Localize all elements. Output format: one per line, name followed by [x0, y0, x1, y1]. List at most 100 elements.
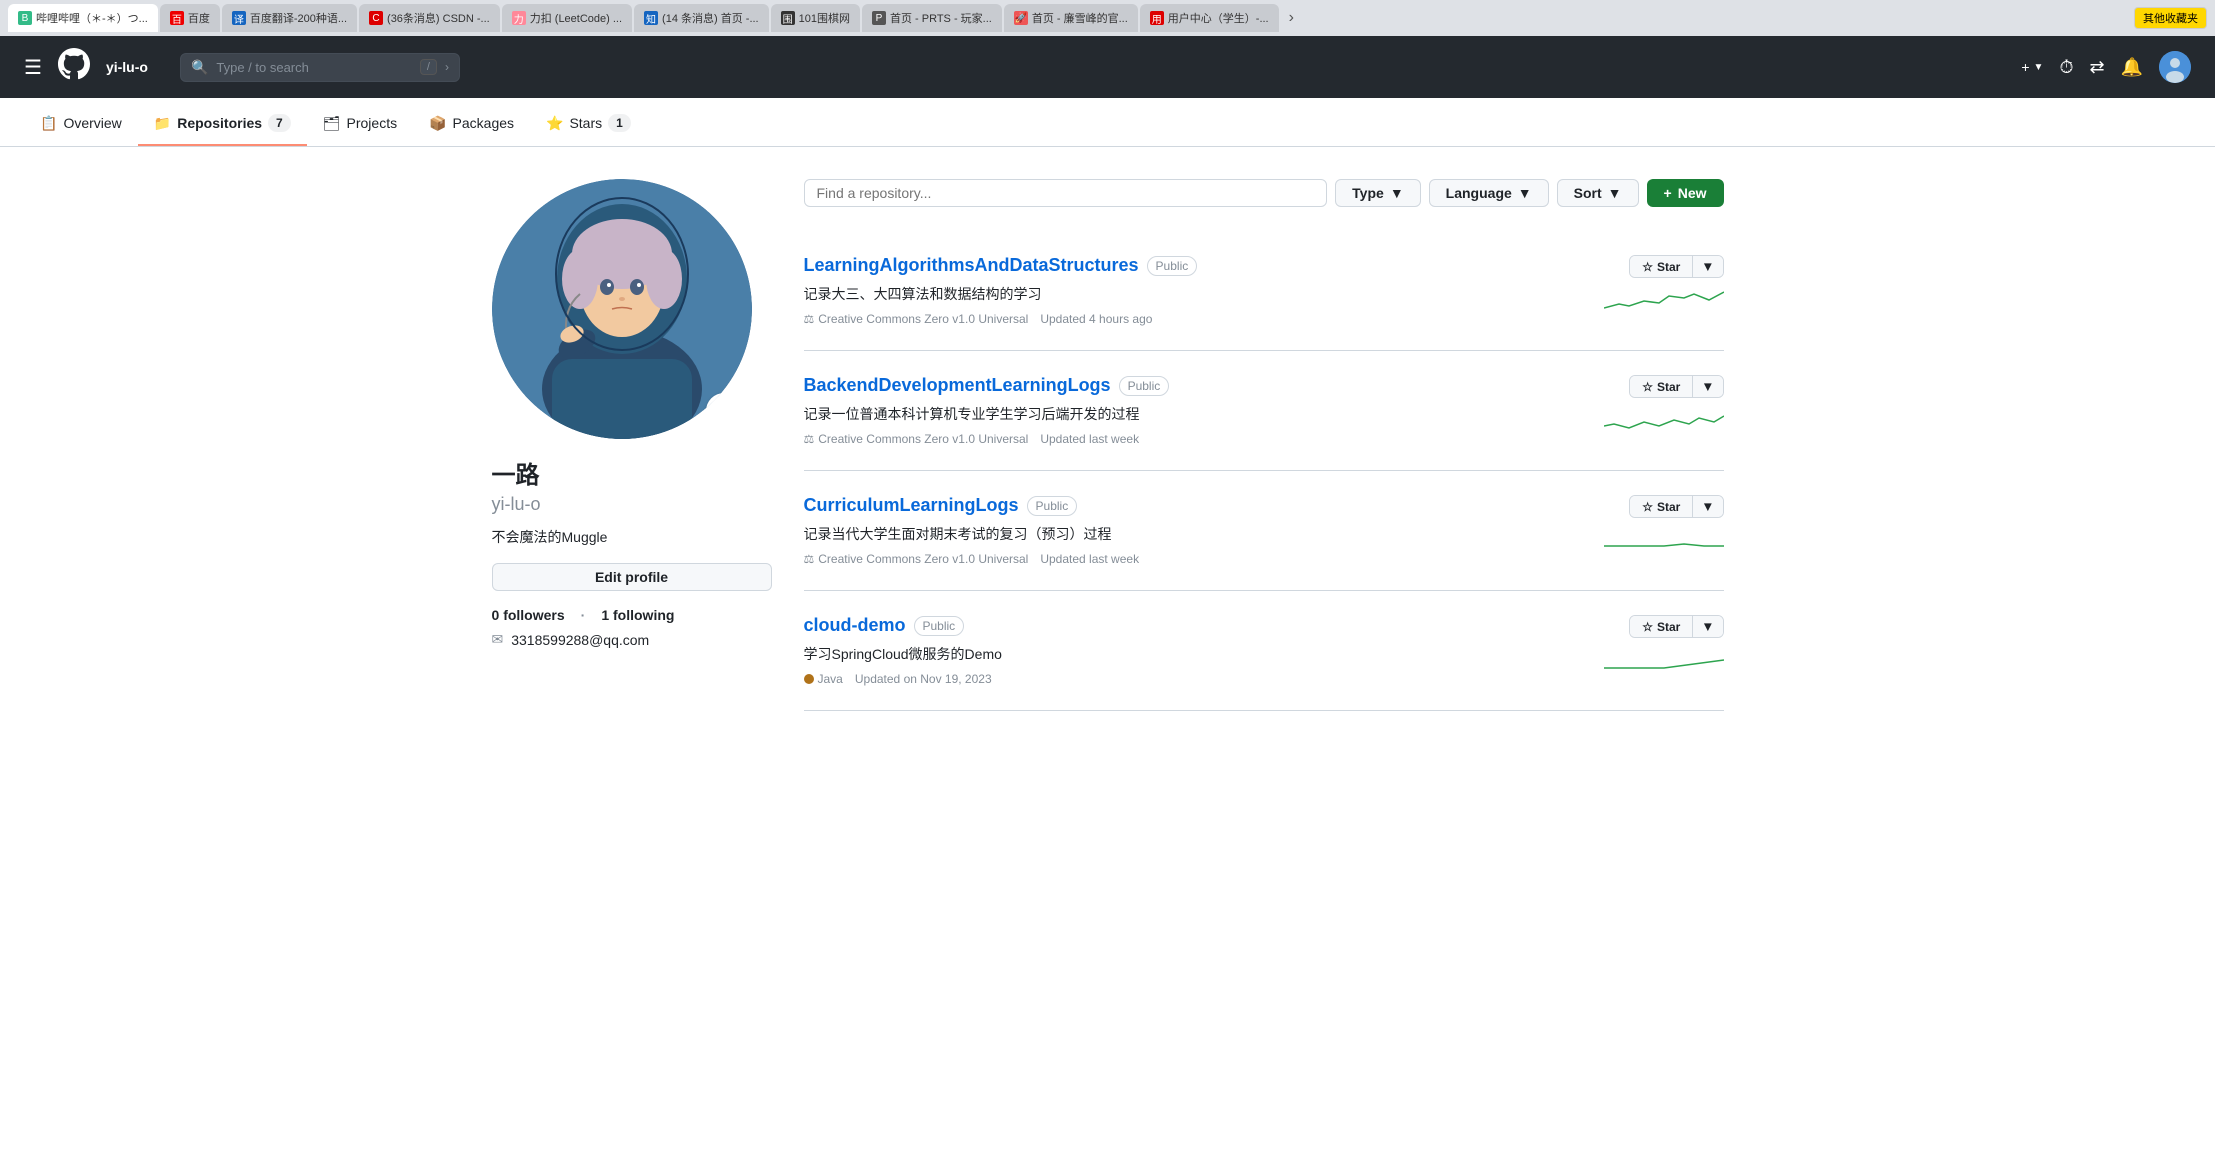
- repo-sparkline: [1604, 286, 1724, 316]
- new-dropdown-button[interactable]: + ▼: [2021, 59, 2043, 75]
- license-icon: ⚖: [804, 312, 815, 326]
- repo-updated: Updated 4 hours ago: [1040, 312, 1152, 326]
- browser-tab[interactable]: 知 (14 条消息) 首页 -...: [634, 4, 769, 32]
- following-stat[interactable]: 1 following: [601, 607, 674, 623]
- timer-icon-button[interactable]: ⏱: [2059, 57, 2073, 78]
- repo-meta: ⚖ Creative Commons Zero v1.0 Universal U…: [804, 552, 1588, 566]
- tab-projects[interactable]: 🗂 Projects: [307, 98, 413, 146]
- new-repo-button[interactable]: + New: [1647, 179, 1724, 207]
- star-dropdown-button[interactable]: ▼: [1692, 496, 1722, 517]
- tab-label: 力扣 (LeetCode) ...: [530, 10, 622, 26]
- tab-overview[interactable]: 📋 Overview: [24, 98, 138, 146]
- star-button[interactable]: ☆ Star: [1630, 496, 1692, 517]
- star-arrow-icon: ▼: [1701, 499, 1714, 514]
- notifications-icon-button[interactable]: 🔔: [2121, 57, 2143, 78]
- browser-tab[interactable]: 🚀 首页 - 廉雪峰的官...: [1004, 4, 1138, 32]
- profile-nav: 📋 Overview 📁 Repositories 7 🗂 Projects 📦…: [0, 98, 2215, 147]
- repo-meta: Java Updated on Nov 19, 2023: [804, 672, 1588, 686]
- stars-count-badge: 1: [608, 114, 631, 132]
- repo-meta: ⚖ Creative Commons Zero v1.0 Universal U…: [804, 312, 1588, 326]
- repo-name-link[interactable]: LearningAlgorithmsAndDataStructures: [804, 255, 1139, 276]
- tab-favicon: 围: [781, 11, 795, 25]
- more-tabs-button[interactable]: ›: [1281, 5, 1302, 31]
- star-button-group: ☆ Star ▼: [1629, 615, 1723, 638]
- repo-meta: ⚖ Creative Commons Zero v1.0 Universal U…: [804, 432, 1588, 446]
- tab-repositories[interactable]: 📁 Repositories 7: [138, 98, 307, 146]
- repo-name-link[interactable]: CurriculumLearningLogs: [804, 495, 1019, 516]
- repo-info: LearningAlgorithmsAndDataStructures Publ…: [804, 255, 1588, 326]
- star-button-group: ☆ Star ▼: [1629, 495, 1723, 518]
- search-bar[interactable]: 🔍 Type / to search / ›: [180, 53, 460, 82]
- tab-favicon: C: [369, 11, 383, 25]
- license-icon: ⚖: [804, 432, 815, 446]
- active-tab[interactable]: B 哔哩哔哩（＊-＊）つ...: [8, 4, 158, 32]
- repo-language: Java: [804, 672, 843, 686]
- tab-favicon: 用: [1150, 11, 1164, 25]
- followers-stat[interactable]: 0 followers: [492, 607, 565, 623]
- bookmarks-button[interactable]: 其他收藏夹: [2134, 7, 2207, 29]
- tab-label: (14 条消息) 首页 -...: [662, 10, 759, 26]
- sort-filter-button[interactable]: Sort ▼: [1557, 179, 1639, 207]
- type-filter-button[interactable]: Type ▼: [1335, 179, 1421, 207]
- profile-email: ✉ 3318599288@qq.com: [492, 631, 772, 648]
- repositories-count-badge: 7: [268, 114, 291, 132]
- table-row: CurriculumLearningLogs Public 记录当代大学生面对期…: [804, 471, 1724, 591]
- star-dropdown-button[interactable]: ▼: [1692, 376, 1722, 397]
- repo-visibility-badge: Public: [1147, 256, 1198, 276]
- search-icon: 🔍: [191, 59, 208, 76]
- edit-profile-button[interactable]: Edit profile: [492, 563, 772, 591]
- star-dropdown-button[interactable]: ▼: [1692, 256, 1722, 277]
- language-color-dot: [804, 674, 814, 684]
- avatar[interactable]: [2159, 51, 2191, 83]
- repo-license: ⚖ Creative Commons Zero v1.0 Universal: [804, 312, 1029, 326]
- browser-tab[interactable]: C (36条消息) CSDN -...: [359, 4, 500, 32]
- search-slash: ›: [445, 60, 449, 74]
- star-button[interactable]: ☆ Star: [1630, 256, 1692, 277]
- browser-tab[interactable]: 围 101围棋网: [771, 4, 860, 32]
- tab-favicon: 🚀: [1014, 11, 1028, 25]
- tab-stars[interactable]: ⭐ Stars 1: [530, 98, 647, 146]
- star-button[interactable]: ☆ Star: [1630, 616, 1692, 637]
- browser-tab[interactable]: P 首页 - PRTS - 玩家...: [862, 4, 1002, 32]
- hamburger-button[interactable]: ☰: [24, 55, 42, 80]
- repo-sparkline: [1604, 406, 1724, 436]
- repo-search-input[interactable]: [804, 179, 1328, 207]
- repo-toolbar: Type ▼ Language ▼ Sort ▼ + New: [804, 179, 1724, 207]
- tab-packages[interactable]: 📦 Packages: [413, 98, 530, 146]
- tab-favicon: 力: [512, 11, 526, 25]
- tab-favicon: B: [18, 11, 32, 25]
- email-icon: ✉: [492, 631, 504, 648]
- star-arrow-icon: ▼: [1701, 259, 1714, 274]
- github-logo[interactable]: [58, 48, 90, 87]
- browser-tab[interactable]: 用 用户中心（学生）-...: [1140, 4, 1279, 32]
- language-filter-button[interactable]: Language ▼: [1429, 179, 1549, 207]
- github-navbar: ☰ yi-lu-o 🔍 Type / to search / › + ▼ ⏱ ⇄…: [0, 36, 2215, 98]
- repo-name-link[interactable]: BackendDevelopmentLearningLogs: [804, 375, 1111, 396]
- repo-info: cloud-demo Public 学习SpringCloud微服务的Demo …: [804, 615, 1588, 686]
- followers-text: followers: [503, 607, 564, 623]
- repo-description: 记录一位普通本科计算机专业学生学习后端开发的过程: [804, 404, 1588, 424]
- star-button[interactable]: ☆ Star: [1630, 376, 1692, 397]
- repo-actions: ☆ Star ▼: [1604, 255, 1724, 316]
- license-text: Creative Commons Zero v1.0 Universal: [818, 552, 1028, 566]
- sort-label: Sort: [1574, 185, 1602, 201]
- tab-label: 首页 - 廉雪峰的官...: [1032, 10, 1128, 26]
- tab-label: 百度翻译-200种语...: [250, 10, 347, 26]
- table-row: BackendDevelopmentLearningLogs Public 记录…: [804, 351, 1724, 471]
- star-dropdown-button[interactable]: ▼: [1692, 616, 1722, 637]
- table-row: LearningAlgorithmsAndDataStructures Publ…: [804, 231, 1724, 351]
- browser-tab[interactable]: 力 力扣 (LeetCode) ...: [502, 4, 632, 32]
- repo-name-link[interactable]: cloud-demo: [804, 615, 906, 636]
- browser-tab[interactable]: 百 百度: [160, 4, 220, 32]
- star-arrow-icon: ▼: [1701, 379, 1714, 394]
- pull-request-icon-button[interactable]: ⇄: [2089, 57, 2104, 78]
- repo-visibility-badge: Public: [914, 616, 965, 636]
- star-button-group: ☆ Star ▼: [1629, 375, 1723, 398]
- tab-favicon: 知: [644, 11, 658, 25]
- browser-tab[interactable]: 译 百度翻译-200种语...: [222, 4, 357, 32]
- emoji-overlay[interactable]: 😊: [706, 393, 742, 429]
- star-label: Star: [1657, 620, 1680, 634]
- star-label: Star: [1657, 500, 1680, 514]
- profile-meta: 0 followers · 1 following ✉ 3318599288@q…: [492, 607, 772, 648]
- navbar-username[interactable]: yi-lu-o: [106, 59, 148, 75]
